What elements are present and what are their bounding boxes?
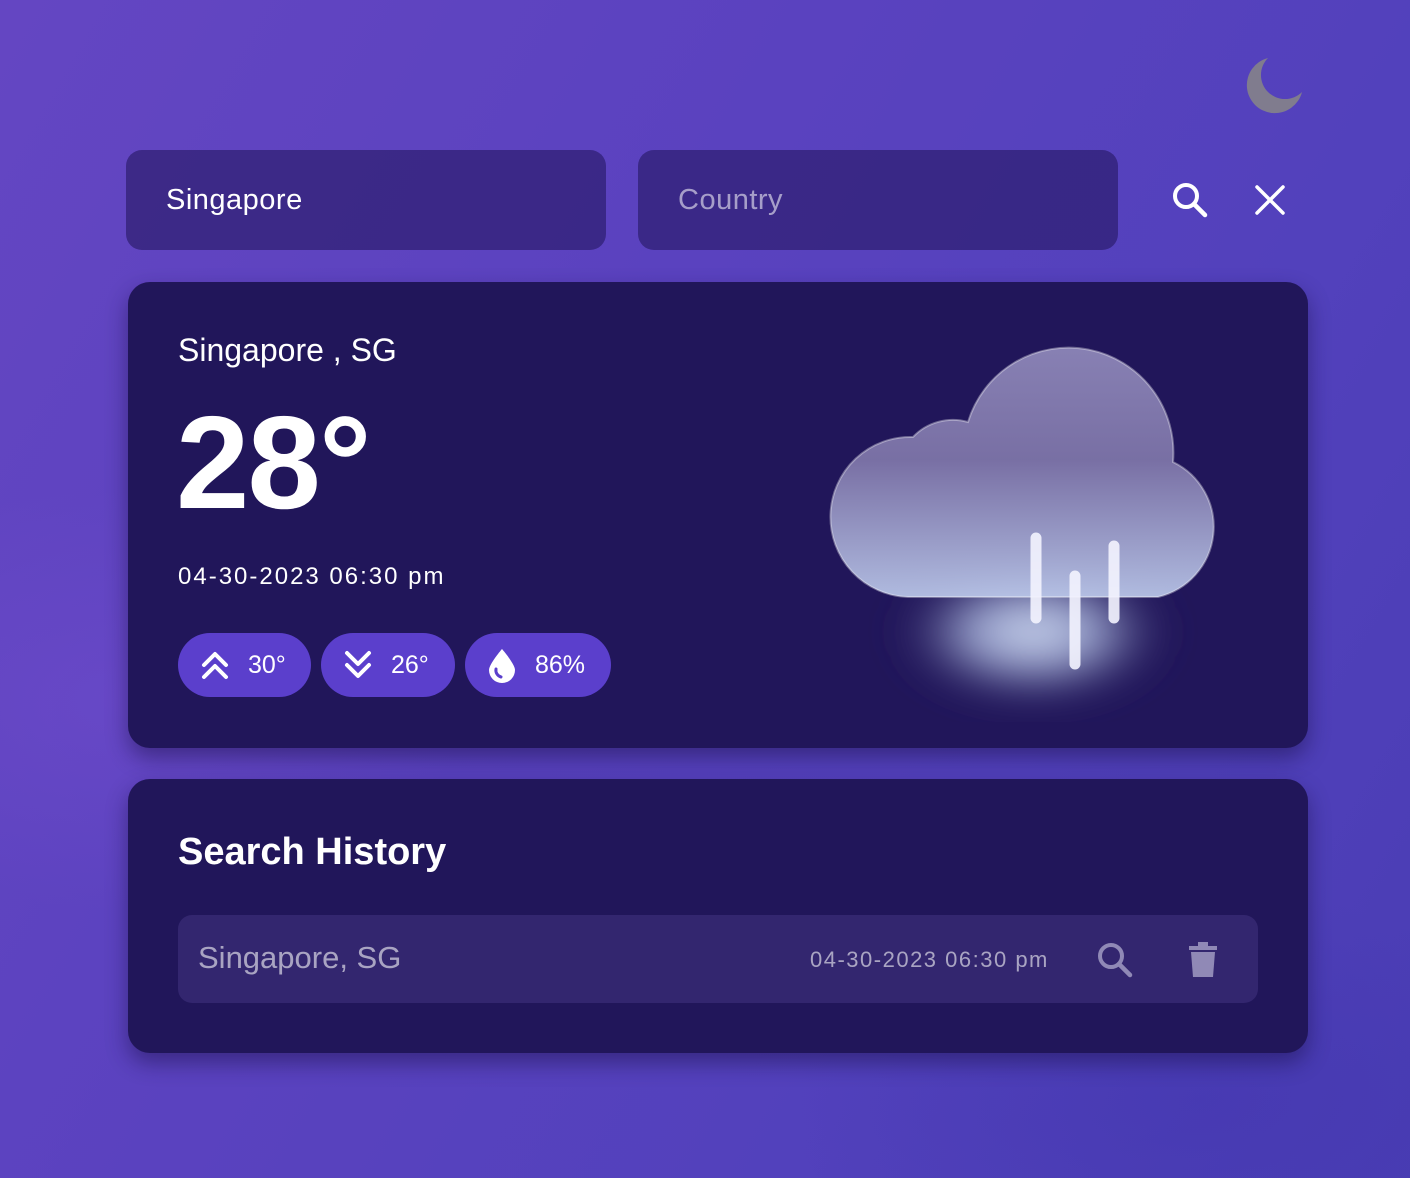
low-temp-badge: 26°	[321, 633, 455, 697]
history-search-button[interactable]	[1090, 935, 1140, 985]
humidity-badge: 86%	[465, 633, 611, 697]
search-history-card: Search History Singapore, SG 04-30-2023 …	[128, 779, 1308, 1053]
temperature: 28°	[176, 389, 372, 536]
double-chevron-up-icon	[198, 648, 232, 682]
history-item-location: Singapore, SG	[198, 940, 402, 975]
high-temp-badge: 30°	[178, 633, 311, 697]
close-icon	[1255, 185, 1285, 215]
rain-cloud-icon	[818, 342, 1228, 722]
high-temp-value: 30°	[248, 650, 286, 679]
location-label: Singapore , SG	[178, 332, 397, 368]
country-input[interactable]	[678, 183, 1078, 217]
weather-datetime: 04-30-2023 06:30 pm	[178, 563, 446, 590]
search-history-title: Search History	[178, 831, 447, 873]
history-delete-button[interactable]	[1178, 935, 1228, 985]
history-item-datetime: 04-30-2023 06:30 pm	[810, 947, 1049, 972]
humidity-value: 86%	[535, 650, 586, 679]
droplet-icon	[485, 648, 519, 683]
history-item[interactable]: Singapore, SG 04-30-2023 06:30 pm	[178, 915, 1258, 1003]
city-input[interactable]	[166, 183, 566, 217]
search-icon	[1173, 183, 1208, 218]
weather-card: Singapore , SG 28° 04-30-2023 06:30 pm 3…	[128, 282, 1308, 748]
search-button[interactable]	[1162, 172, 1218, 228]
trash-icon	[1189, 942, 1217, 977]
clear-button[interactable]	[1242, 172, 1298, 228]
search-icon	[1098, 943, 1133, 978]
low-temp-value: 26°	[391, 650, 429, 679]
moon-icon[interactable]	[1238, 52, 1306, 116]
double-chevron-down-icon	[341, 648, 375, 682]
city-input-container	[126, 150, 606, 250]
country-input-container	[638, 150, 1118, 250]
